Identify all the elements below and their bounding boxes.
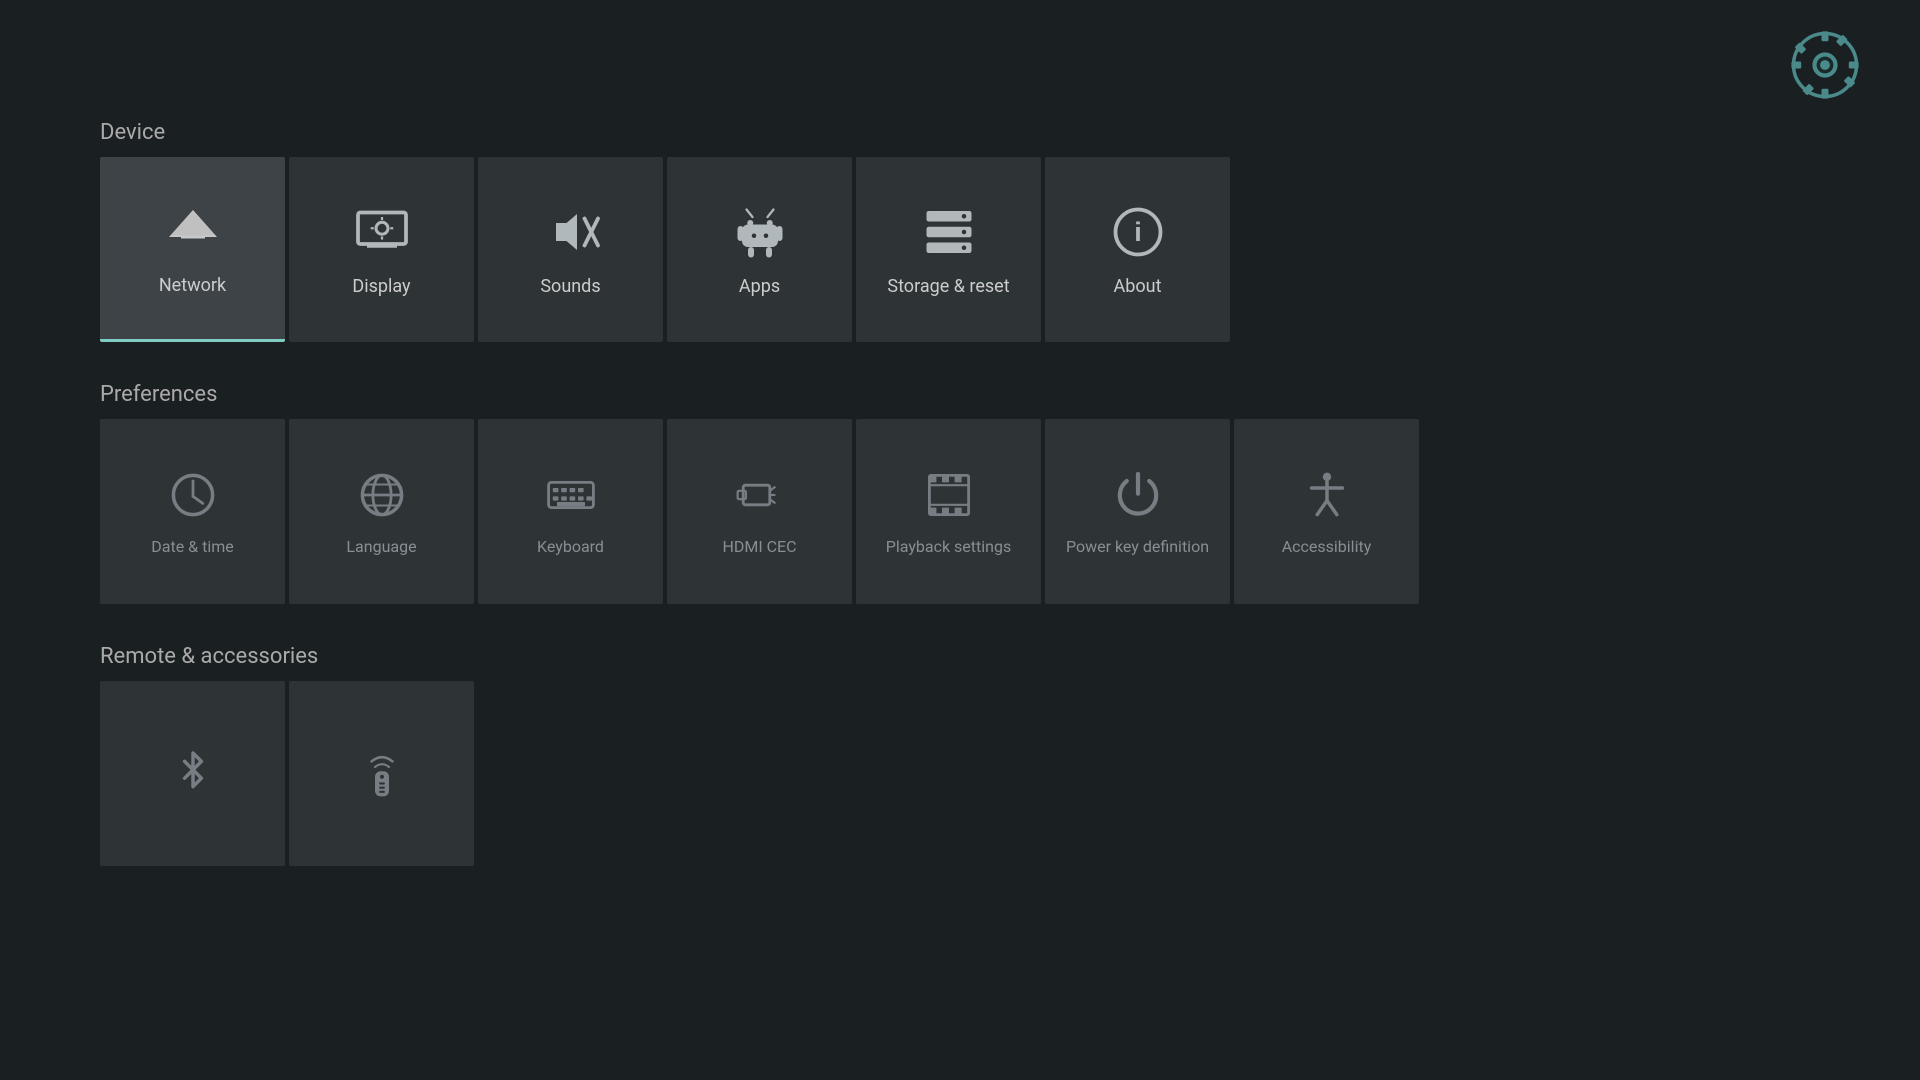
- sounds-label: Sounds: [540, 276, 600, 297]
- display-label: Display: [352, 276, 410, 297]
- preferences-section: Preferences Date & time: [100, 382, 1860, 604]
- tile-bluetooth[interactable]: [100, 681, 285, 866]
- date-icon: [165, 467, 221, 523]
- accessibility-label: Accessibility: [1282, 537, 1372, 556]
- power-label: Power key definition: [1066, 537, 1209, 556]
- device-section-title: Device: [100, 120, 1860, 145]
- settings-gear-icon[interactable]: [1790, 30, 1860, 100]
- tile-keyboard[interactable]: Keyboard: [478, 419, 663, 604]
- language-icon: [354, 467, 410, 523]
- tile-storage[interactable]: Storage & reset: [856, 157, 1041, 342]
- tile-accessibility[interactable]: Accessibility: [1234, 419, 1419, 604]
- power-icon: [1110, 467, 1166, 523]
- storage-icon: [919, 202, 979, 262]
- network-label: Network: [159, 275, 226, 296]
- tile-about[interactable]: i About: [1045, 157, 1230, 342]
- apps-label: Apps: [739, 276, 780, 297]
- tile-date[interactable]: Date & time: [100, 419, 285, 604]
- playback-label: Playback settings: [886, 537, 1011, 556]
- tile-sounds[interactable]: Sounds: [478, 157, 663, 342]
- sounds-icon: [541, 202, 601, 262]
- tile-apps[interactable]: Apps: [667, 157, 852, 342]
- tile-power[interactable]: Power key definition: [1045, 419, 1230, 604]
- device-tiles-row: Network Display: [100, 157, 1860, 342]
- bluetooth-icon: [165, 746, 221, 802]
- keyboard-label: Keyboard: [537, 537, 604, 556]
- tile-hdmi[interactable]: HDMI CEC: [667, 419, 852, 604]
- tile-display[interactable]: Display: [289, 157, 474, 342]
- svg-text:i: i: [1134, 217, 1142, 247]
- hdmi-label: HDMI CEC: [722, 537, 796, 556]
- language-label: Language: [346, 537, 416, 556]
- device-section: Device Network: [100, 120, 1860, 342]
- tile-remote[interactable]: [289, 681, 474, 866]
- remote-tiles-row: [100, 681, 1860, 866]
- playback-icon: [921, 467, 977, 523]
- preferences-tiles-row: Date & time Language: [100, 419, 1860, 604]
- keyboard-icon: [543, 467, 599, 523]
- storage-label: Storage & reset: [887, 276, 1009, 297]
- network-icon: [163, 201, 223, 261]
- tile-network[interactable]: Network: [100, 157, 285, 342]
- display-icon: [352, 202, 412, 262]
- remote-icon: [354, 746, 410, 802]
- about-label: About: [1114, 276, 1162, 297]
- tile-language[interactable]: Language: [289, 419, 474, 604]
- apps-icon: [730, 202, 790, 262]
- accessibility-icon: [1299, 467, 1355, 523]
- remote-section: Remote & accessories: [100, 644, 1860, 866]
- hdmi-icon: [732, 467, 788, 523]
- about-icon: i: [1108, 202, 1168, 262]
- tile-playback[interactable]: Playback settings: [856, 419, 1041, 604]
- remote-section-title: Remote & accessories: [100, 644, 1860, 669]
- main-content: Device Network: [100, 120, 1860, 906]
- date-label: Date & time: [151, 537, 233, 556]
- preferences-section-title: Preferences: [100, 382, 1860, 407]
